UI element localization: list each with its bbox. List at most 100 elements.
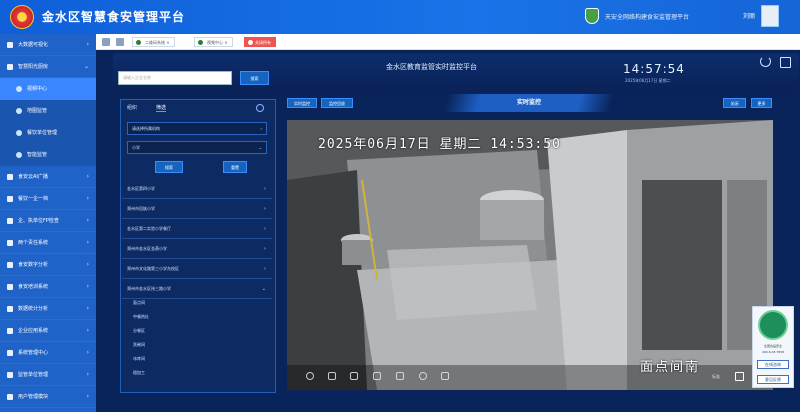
camera-item[interactable]: 洗碗间 bbox=[133, 342, 145, 348]
camera-name: 面点间南 bbox=[640, 360, 701, 375]
home-icon[interactable] bbox=[116, 38, 124, 46]
chevron-right-icon: › bbox=[86, 261, 89, 268]
sidebar-item-archive[interactable]: 餐饮一企一档 › bbox=[0, 188, 96, 210]
sidebar-item-system-mgmt[interactable]: 系统管理中心 › bbox=[0, 342, 96, 364]
kitchen-camera-image bbox=[287, 120, 773, 390]
sidebar-item-statistics[interactable]: 数据统计分析 › bbox=[0, 298, 96, 320]
sidebar-item-ai-broadcast[interactable]: 食安云AI广播 › bbox=[0, 166, 96, 188]
search-button[interactable]: 搜索 bbox=[240, 71, 269, 85]
more-button[interactable]: 更多 bbox=[751, 98, 772, 108]
feedback-button[interactable]: 意见反馈 bbox=[757, 375, 789, 384]
map-icon bbox=[16, 108, 22, 114]
broadcast-icon bbox=[7, 174, 13, 180]
org-item[interactable]: 郑州市金水区金燕小学 › bbox=[122, 240, 272, 259]
video-icon bbox=[16, 86, 22, 92]
badge-line2: 400-6,18.7858 bbox=[761, 350, 785, 354]
camera-item[interactable]: 面点间 bbox=[133, 300, 145, 306]
tab-dot-icon bbox=[198, 40, 203, 45]
playback-button[interactable]: 监控回放 bbox=[321, 98, 353, 108]
sidebar-item-sunshine-kitchen[interactable]: 智慧阳光厨房 ⌄ bbox=[0, 56, 96, 78]
chevron-right-icon: › bbox=[86, 393, 89, 400]
video-timestamp: 2025年06月17日 星期二 14:53:50 bbox=[318, 137, 561, 152]
shield-icon bbox=[758, 310, 788, 340]
sidebar-item-user-mgmt[interactable]: 用户管理模块 › bbox=[0, 386, 96, 408]
sidebar-item-responsibility[interactable]: 两个责任系统 › bbox=[0, 232, 96, 254]
sidebar-item-training[interactable]: 食安培训系统 › bbox=[0, 276, 96, 298]
top-header: 金水区智慧食安管理平台 天安全网络构建食安监管理平台 刘丽 bbox=[0, 0, 800, 34]
consult-button[interactable]: 在线咨询 bbox=[757, 360, 789, 369]
tab-org[interactable]: 组织 bbox=[127, 104, 137, 111]
filter-search-button[interactable]: 搜索 bbox=[155, 161, 183, 173]
camera-icon[interactable] bbox=[328, 372, 336, 380]
chevron-down-icon: ⌄ bbox=[83, 63, 89, 70]
clock: 14:57:54 bbox=[623, 62, 685, 76]
chevron-down-icon: ⌄ bbox=[258, 145, 262, 150]
org-item[interactable]: 郑州市回族小学 › bbox=[122, 200, 272, 219]
kitchen-icon bbox=[7, 64, 13, 70]
date: 2025年06月17日 星期二 bbox=[625, 78, 671, 83]
app-title: 金水区智慧食安管理平台 bbox=[42, 10, 186, 24]
org-item-expanded[interactable]: 郑州市金水区纬三路小学 ⌄ bbox=[122, 280, 272, 299]
platform-logo-icon bbox=[585, 8, 599, 24]
camera-item[interactable]: 中餐热灶 bbox=[133, 314, 149, 320]
user-name[interactable]: 刘丽 bbox=[743, 11, 755, 20]
sidebar-item-supervisor-mgmt[interactable]: 监管单位管理 › bbox=[0, 364, 96, 386]
org-item[interactable]: 金水区第二实验小学餐厅 › bbox=[122, 220, 272, 239]
stream-quality: 标准 bbox=[712, 374, 720, 379]
org-item[interactable]: 郑州市文化路第三小学东校区 › bbox=[122, 260, 272, 279]
tab-bar: 二维码系统 × 视频中心 × 关闭所有 bbox=[96, 34, 800, 50]
sidebar-item-smart-supervision[interactable]: 智能监管 bbox=[0, 144, 96, 166]
close-all-icon bbox=[248, 40, 253, 45]
record-icon[interactable] bbox=[396, 372, 404, 380]
chevron-down-icon: ⌄ bbox=[261, 286, 266, 292]
close-button[interactable]: 关闭 bbox=[723, 98, 746, 108]
bigdata-icon bbox=[7, 42, 13, 48]
type-select[interactable]: 小学 ⌄ bbox=[127, 141, 267, 154]
volume-icon[interactable] bbox=[350, 372, 358, 380]
sidebar-item-enterprise-apps[interactable]: 企业应用系统 › bbox=[0, 320, 96, 342]
filter-reset-button[interactable]: 重置 bbox=[223, 161, 247, 173]
chevron-right-icon: › bbox=[86, 195, 89, 202]
eye-icon bbox=[16, 152, 22, 158]
camera-item[interactable]: 冰库间 bbox=[133, 356, 145, 362]
camera-item[interactable]: 分餐区 bbox=[133, 328, 145, 334]
ptz-icon[interactable] bbox=[441, 372, 449, 380]
video-feed[interactable] bbox=[287, 120, 773, 390]
live-monitor-button[interactable]: 实时监控 bbox=[287, 98, 317, 108]
chevron-right-icon: › bbox=[264, 206, 266, 212]
badge-line1: 全国食品安全 bbox=[763, 344, 782, 348]
tab-qrcode[interactable]: 二维码系统 × bbox=[132, 37, 175, 47]
gear-icon bbox=[7, 350, 13, 356]
camera-item[interactable]: 粗加工 bbox=[133, 370, 145, 376]
org-select[interactable]: 请选择所属机构 › bbox=[127, 122, 267, 135]
play-icon[interactable] bbox=[306, 372, 314, 380]
org-item[interactable]: 金水区第四小学 › bbox=[122, 180, 272, 199]
inspection-icon bbox=[7, 218, 13, 224]
zoom-icon[interactable] bbox=[373, 372, 381, 380]
sidebar-item-map[interactable]: 地图监管 bbox=[0, 100, 96, 122]
refresh-icon[interactable] bbox=[760, 56, 771, 67]
expand-icon[interactable] bbox=[735, 372, 744, 381]
circle-icon[interactable] bbox=[256, 104, 264, 112]
tab-video-center[interactable]: 视频中心 × bbox=[194, 37, 233, 47]
panel-title: 金水区教育监管实时监控平台 bbox=[386, 63, 477, 71]
avatar[interactable] bbox=[761, 5, 779, 27]
sidebar: 大数据可视化 › 智慧阳光厨房 ⌄ 视频中心 地图监管 餐饮单位管理 智能监管 食安… bbox=[0, 34, 96, 412]
training-icon bbox=[7, 284, 13, 290]
sidebar-item-inspection[interactable]: 企、执单位FP检查 › bbox=[0, 210, 96, 232]
sidebar-item-restaurant-mgmt[interactable]: 餐饮单位管理 bbox=[0, 122, 96, 144]
chevron-right-icon: › bbox=[86, 349, 89, 356]
live-label: 实时监控 bbox=[443, 94, 615, 112]
collapse-icon[interactable] bbox=[102, 38, 110, 46]
sidebar-item-video-center[interactable]: 视频中心 bbox=[0, 78, 96, 100]
platform-name: 天安全网络构建食安监管理平台 bbox=[605, 14, 690, 21]
fullscreen-icon[interactable] bbox=[780, 57, 791, 68]
sidebar-item-bigdata[interactable]: 大数据可视化 › bbox=[0, 34, 96, 56]
search-input[interactable]: 请输入企业名称 bbox=[118, 71, 232, 85]
microphone-icon[interactable] bbox=[419, 372, 427, 380]
sidebar-item-digital-analysis[interactable]: 食安数字分析 › bbox=[0, 254, 96, 276]
chevron-right-icon: › bbox=[86, 239, 89, 246]
tab-filter[interactable]: 筛选 bbox=[156, 104, 167, 112]
close-all-button[interactable]: 关闭所有 bbox=[244, 37, 276, 47]
chevron-right-icon: › bbox=[264, 186, 266, 192]
